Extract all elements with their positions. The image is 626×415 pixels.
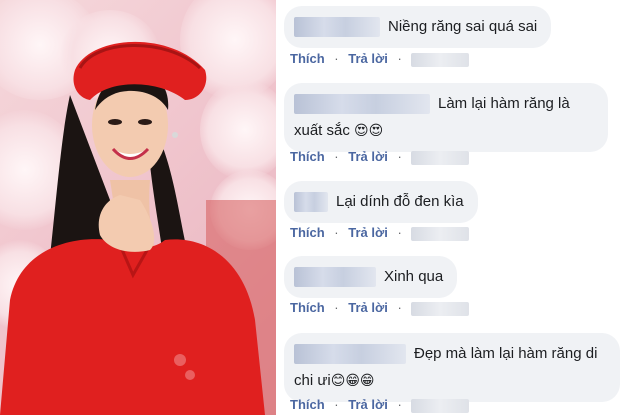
comment-actions-5: Thích · Trả lời · bbox=[290, 397, 470, 413]
blurred-username bbox=[294, 192, 328, 213]
separator-dot: · bbox=[397, 225, 402, 240]
separator-dot: · bbox=[334, 149, 339, 164]
comment-text: Niềng răng sai quá sai bbox=[388, 18, 538, 35]
reply-link[interactable]: Trả lời bbox=[348, 397, 388, 412]
blurred-username bbox=[294, 344, 406, 365]
blurred-timestamp bbox=[411, 301, 470, 316]
comment-bubble: Xinh qua bbox=[284, 256, 458, 298]
blurred-username bbox=[294, 17, 380, 38]
separator-dot: · bbox=[334, 397, 339, 412]
blurred-timestamp bbox=[411, 398, 470, 413]
comment-actions-1: Thích · Trả lời · bbox=[290, 51, 470, 67]
like-link[interactable]: Thích bbox=[290, 51, 325, 66]
comment-bubble: Làm lại hàm răng là xuất sắc 😍😍 bbox=[284, 83, 608, 152]
like-link[interactable]: Thích bbox=[290, 225, 325, 240]
reply-link[interactable]: Trả lời bbox=[348, 225, 388, 240]
heart-eyes-emoji-icon: 😍😍 bbox=[354, 122, 384, 138]
blurred-timestamp bbox=[411, 226, 470, 241]
reply-link[interactable]: Trả lời bbox=[348, 51, 388, 66]
comment-1: Niềng răng sai quá sai bbox=[284, 6, 552, 48]
post-photo bbox=[0, 0, 276, 415]
separator-dot: · bbox=[334, 51, 339, 66]
comment-text: Xinh qua bbox=[384, 268, 444, 285]
reply-link[interactable]: Trả lời bbox=[348, 149, 388, 164]
blurred-timestamp bbox=[411, 52, 470, 67]
comment-text-line2: xuất sắc bbox=[294, 122, 350, 139]
separator-dot: · bbox=[397, 397, 402, 412]
comment-text: Lại dính đỗ đen kìa bbox=[336, 193, 464, 210]
blurred-username bbox=[294, 267, 376, 288]
separator-dot: · bbox=[334, 300, 339, 315]
blurred-username bbox=[294, 94, 430, 115]
comment-actions-2: Thích · Trả lời · bbox=[290, 149, 470, 165]
comments-panel: Niềng răng sai quá sai Thích · Trả lời ·… bbox=[276, 0, 626, 415]
comment-2: Làm lại hàm răng là xuất sắc 😍😍 bbox=[284, 83, 608, 152]
comment-actions-4: Thích · Trả lời · bbox=[290, 300, 470, 316]
like-link[interactable]: Thích bbox=[290, 397, 325, 412]
separator-dot: · bbox=[334, 225, 339, 240]
separator-dot: · bbox=[397, 51, 402, 66]
portrait-photo-icon bbox=[0, 41, 265, 415]
comment-5: Đẹp mà làm lại hàm răng di chi ưi😊😁😁 bbox=[284, 333, 620, 402]
blurred-timestamp bbox=[411, 150, 470, 165]
comment-bubble: Đẹp mà làm lại hàm răng di chi ưi😊😁😁 bbox=[284, 333, 620, 402]
like-link[interactable]: Thích bbox=[290, 300, 325, 315]
comment-actions-3: Thích · Trả lời · bbox=[290, 225, 470, 241]
reply-link[interactable]: Trả lời bbox=[348, 300, 388, 315]
comment-text: Làm lại hàm răng là bbox=[438, 95, 570, 112]
comment-4: Xinh qua bbox=[284, 256, 458, 298]
comment-bubble: Niềng răng sai quá sai bbox=[284, 6, 552, 48]
separator-dot: · bbox=[397, 149, 402, 164]
comment-text: Đẹp mà làm lại hàm răng di bbox=[414, 345, 598, 362]
comment-bubble: Lại dính đỗ đen kìa bbox=[284, 181, 478, 223]
like-link[interactable]: Thích bbox=[290, 149, 325, 164]
comment-3: Lại dính đỗ đen kìa bbox=[284, 181, 478, 223]
smile-emoji-icon: 😊😁😁 bbox=[330, 372, 375, 388]
comment-text-line2: chi ưi bbox=[294, 372, 331, 389]
separator-dot: · bbox=[397, 300, 402, 315]
